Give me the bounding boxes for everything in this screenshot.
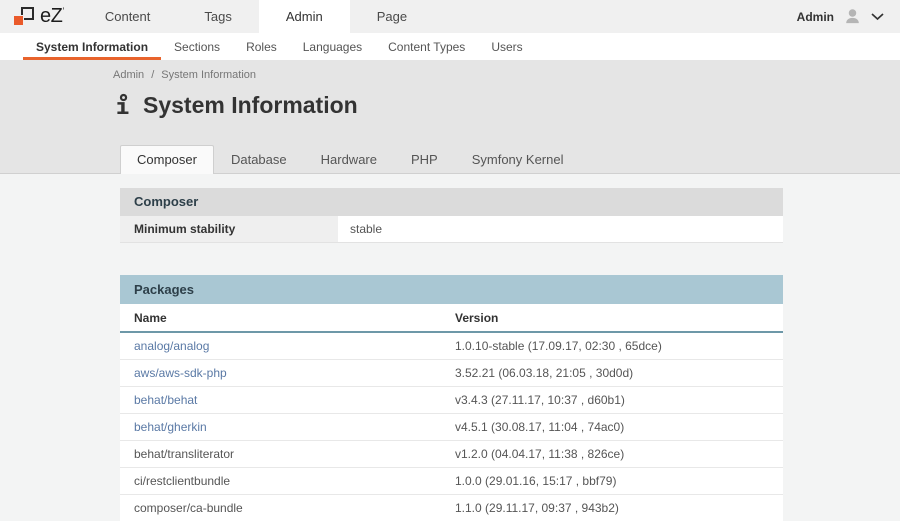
package-version: v3.4.3 (27.11.17, 10:37 , d60b1) xyxy=(455,387,783,413)
subnav-item-sections[interactable]: Sections xyxy=(161,33,233,60)
package-name: behat/transliterator xyxy=(120,441,455,467)
package-name[interactable]: aws/aws-sdk-php xyxy=(120,360,455,386)
nav-item-content[interactable]: Content xyxy=(78,0,178,33)
admin-sub-nav: System Information Sections Roles Langua… xyxy=(0,33,900,60)
package-version: v4.5.1 (30.08.17, 11:04 , 74ac0) xyxy=(455,414,783,440)
nav-item-admin[interactable]: Admin xyxy=(259,0,350,33)
page-title: System Information xyxy=(143,92,358,119)
subnav-item-content-types[interactable]: Content Types xyxy=(375,33,478,60)
packages-table-header: Packages xyxy=(120,275,783,304)
title-row: System Information xyxy=(114,92,900,119)
composer-table-header: Composer xyxy=(120,188,783,216)
table-row: analog/analog 1.0.10-stable (17.09.17, 0… xyxy=(120,333,783,360)
composer-row-label: Minimum stability xyxy=(120,216,338,242)
tab-symfony-kernel[interactable]: Symfony Kernel xyxy=(455,145,581,174)
table-row: ci/restclientbundle 1.0.0 (29.01.16, 15:… xyxy=(120,468,783,495)
package-version: 1.0.0 (29.01.16, 15:17 , bbf79) xyxy=(455,468,783,494)
subnav-item-system-information[interactable]: System Information xyxy=(23,33,161,60)
tab-composer[interactable]: Composer xyxy=(120,145,214,174)
package-name[interactable]: behat/behat xyxy=(120,387,455,413)
table-row: behat/transliterator v1.2.0 (04.04.17, 1… xyxy=(120,441,783,468)
packages-table-body: analog/analog 1.0.10-stable (17.09.17, 0… xyxy=(120,333,783,521)
package-version: 1.0.10-stable (17.09.17, 02:30 , 65dce) xyxy=(455,333,783,359)
package-version: 3.52.21 (06.03.18, 21:05 , 30d0d) xyxy=(455,360,783,386)
breadcrumb: Admin / System Information xyxy=(0,60,900,81)
tab-php[interactable]: PHP xyxy=(394,145,455,174)
package-name: ci/restclientbundle xyxy=(120,468,455,494)
package-name: composer/ca-bundle xyxy=(120,495,455,521)
table-row: composer/ca-bundle 1.1.0 (29.11.17, 09:3… xyxy=(120,495,783,521)
user-menu[interactable]: Admin xyxy=(797,0,900,33)
info-icon xyxy=(114,93,131,118)
logo-orange-square xyxy=(13,15,24,26)
user-avatar-icon xyxy=(842,6,863,27)
logo-text: eZ xyxy=(40,5,64,28)
ez-logo[interactable]: eZ xyxy=(0,0,78,33)
tab-bar: Composer Database Hardware PHP Symfony K… xyxy=(120,145,580,174)
nav-item-page[interactable]: Page xyxy=(350,0,434,33)
table-row: behat/gherkin v4.5.1 (30.08.17, 11:04 , … xyxy=(120,414,783,441)
subnav-item-languages[interactable]: Languages xyxy=(290,33,375,60)
tab-hardware[interactable]: Hardware xyxy=(304,145,394,174)
main-nav: Content Tags Admin Page xyxy=(78,0,434,33)
table-row: behat/behat v3.4.3 (27.11.17, 10:37 , d6… xyxy=(120,387,783,414)
user-name-label: Admin xyxy=(797,10,834,24)
package-version: v1.2.0 (04.04.17, 11:38 , 826ce) xyxy=(455,441,783,467)
breadcrumb-separator: / xyxy=(151,69,154,81)
table-row: aws/aws-sdk-php 3.52.21 (06.03.18, 21:05… xyxy=(120,360,783,387)
tab-content-composer: Composer Minimum stability stable Packag… xyxy=(0,174,900,521)
breadcrumb-item-admin[interactable]: Admin xyxy=(113,69,144,81)
packages-table: Packages Name Version analog/analog 1.0.… xyxy=(120,275,783,521)
breadcrumb-item-current: System Information xyxy=(161,69,256,81)
column-header-version: Version xyxy=(455,304,783,331)
page-header: Admin / System Information System Inform… xyxy=(0,60,900,174)
subnav-item-roles[interactable]: Roles xyxy=(233,33,290,60)
packages-column-headers: Name Version xyxy=(120,304,783,333)
composer-row-value: stable xyxy=(338,216,783,242)
package-name[interactable]: analog/analog xyxy=(120,333,455,359)
column-header-name: Name xyxy=(120,304,455,331)
package-name[interactable]: behat/gherkin xyxy=(120,414,455,440)
package-version: 1.1.0 (29.11.17, 09:37 , 943b2) xyxy=(455,495,783,521)
chevron-down-icon xyxy=(871,12,884,21)
tab-database[interactable]: Database xyxy=(214,145,304,174)
subnav-item-users[interactable]: Users xyxy=(478,33,535,60)
ez-logo-icon xyxy=(13,6,34,27)
nav-item-tags[interactable]: Tags xyxy=(177,0,258,33)
table-row: Minimum stability stable xyxy=(120,216,783,243)
top-navigation-bar: eZ Content Tags Admin Page Admin xyxy=(0,0,900,33)
composer-table: Composer Minimum stability stable xyxy=(120,188,783,243)
